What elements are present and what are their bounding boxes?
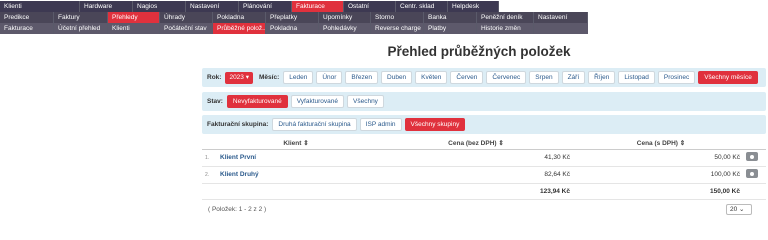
menu-reverse-charge[interactable]: Reverse charge [371, 23, 424, 34]
month-zari-button[interactable]: Září [561, 71, 586, 84]
menu-uhrady[interactable]: Úhrady [160, 12, 213, 23]
eye-icon[interactable] [746, 152, 758, 161]
menu-nastaveni[interactable]: Nastavení [186, 1, 239, 12]
table-row: 2. Klient Druhý 82,64 Kč 100,00 Kč [202, 166, 766, 184]
table-footer: ( Položek: 1 - 2 z 2 ) 20 ⌄ [202, 199, 766, 219]
menu-nastaveni-2[interactable]: Nastavení [534, 12, 588, 23]
menu-faktury[interactable]: Faktury [54, 12, 108, 23]
page-title: Přehled průběžných položek [387, 44, 571, 59]
menu-storno[interactable]: Storno [371, 12, 424, 23]
client-link[interactable]: Klient Druhý [216, 166, 376, 184]
menu-pocatecni-stav[interactable]: Počáteční stav [160, 23, 213, 34]
menu-klienti-2[interactable]: Klienti [108, 23, 160, 34]
state-all-button[interactable]: Všechny [347, 95, 384, 108]
menu-planovani[interactable]: Plánování [239, 1, 292, 12]
net-price: 82,64 Kč [376, 166, 576, 184]
group-second-button[interactable]: Druhá fakturační skupina [272, 118, 357, 131]
month-cerven-button[interactable]: Červen [450, 71, 484, 84]
menu-prehledy[interactable]: Přehledy [108, 12, 160, 23]
menu-nagios[interactable]: Nagios [133, 1, 186, 12]
third-menu: Fakturace Účetní přehled Klienti Počáteč… [0, 23, 588, 34]
year-select[interactable]: 2023 ▾ [225, 71, 253, 84]
year-value: 2023 [229, 73, 244, 81]
state-label: Stav: [207, 98, 223, 105]
net-price: 41,30 Kč [376, 149, 576, 167]
column-header-client[interactable]: Klient ⇕ [216, 138, 376, 150]
month-leden-button[interactable]: Leden [283, 71, 314, 84]
group-label: Fakturační skupina: [207, 121, 269, 128]
items-table: Klient ⇕ Cena (bez DPH) ⇕ Cena (s DPH) ⇕… [202, 138, 766, 200]
total-row: 123,94 Kč 150,00 Kč [202, 183, 766, 200]
menu-predikce[interactable]: Predikce [0, 12, 54, 23]
year-month-filter: Rok: 2023 ▾ Měsíc: Leden Únor Březen Dub… [202, 68, 766, 87]
menu-pokladna-2[interactable]: Pokladna [266, 23, 319, 34]
menu-platby[interactable]: Platby [424, 23, 477, 34]
month-srpen-button[interactable]: Srpen [529, 71, 559, 84]
month-rijen-button[interactable]: Říjen [588, 71, 616, 84]
menu-banka[interactable]: Banka [424, 12, 477, 23]
client-link[interactable]: Klient První [216, 149, 376, 167]
main-menu: Klienti Hardware Nagios Nastavení Plánov… [0, 1, 499, 12]
menu-helpdesk[interactable]: Helpdesk [448, 1, 499, 12]
month-duben-button[interactable]: Duben [381, 71, 413, 84]
menu-prubezne-polozky[interactable]: Průběžné polož... [213, 23, 266, 34]
menu-pokladna[interactable]: Pokladna [213, 12, 266, 23]
menu-ostatni[interactable]: Ostatní [344, 1, 396, 12]
pagination-info: ( Položek: 1 - 2 z 2 ) [208, 206, 267, 213]
menu-historie-zmen[interactable]: Historie změn [477, 23, 534, 34]
sub-menu: Predikce Faktury Přehledy Úhrady Pokladn… [0, 12, 588, 23]
month-listopad-button[interactable]: Listopad [618, 71, 655, 84]
menu-upominky[interactable]: Upomínky [319, 12, 371, 23]
table-row: 1. Klient První 41,30 Kč 50,00 Kč [202, 149, 766, 167]
state-billed-button[interactable]: Vyfakturované [290, 95, 344, 108]
menu-ucetni-prehled[interactable]: Účetní přehled [54, 23, 108, 34]
month-prosinec-button[interactable]: Prosinec [657, 71, 696, 84]
group-all-button[interactable]: Všechny skupiny [404, 118, 466, 131]
row-number: 1. [202, 149, 216, 167]
state-unbilled-button[interactable]: Nevyfakturované [226, 95, 288, 108]
group-filter: Fakturační skupina: Druhá fakturační sku… [202, 115, 766, 134]
page-size-select[interactable]: 20 ⌄ [726, 204, 752, 215]
row-number: 2. [202, 166, 216, 184]
total-net: 123,94 Kč [540, 188, 570, 196]
month-kveten-button[interactable]: Květen [415, 71, 448, 84]
group-isp-admin-button[interactable]: ISP admin [359, 118, 402, 131]
state-filter: Stav: Nevyfakturované Vyfakturované Všec… [202, 92, 766, 111]
menu-hardware[interactable]: Hardware [80, 1, 133, 12]
month-all-button[interactable]: Všechny měsíce [698, 71, 758, 84]
total-gross: 150,00 Kč [710, 188, 740, 196]
menu-pohledavky[interactable]: Pohledávky [319, 23, 371, 34]
eye-icon[interactable] [746, 169, 758, 178]
menu-klienti[interactable]: Klienti [0, 1, 80, 12]
menu-fakturace[interactable]: Fakturace [292, 1, 344, 12]
column-header-net[interactable]: Cena (bez DPH) ⇕ [376, 138, 576, 150]
month-label: Měsíc: [259, 74, 280, 81]
gross-price: 50,00 Kč [576, 149, 746, 167]
menu-fakturace-2[interactable]: Fakturace [0, 23, 54, 34]
gross-price: 100,00 Kč [576, 166, 746, 184]
column-header-gross[interactable]: Cena (s DPH) ⇕ [576, 138, 746, 150]
month-cervenec-button[interactable]: Červenec [486, 71, 527, 84]
month-unor-button[interactable]: Únor [316, 71, 343, 84]
menu-centr-sklad[interactable]: Centr. sklad [396, 1, 448, 12]
month-brezen-button[interactable]: Březen [345, 71, 379, 84]
year-label: Rok: [207, 74, 222, 81]
menu-penezni-denik[interactable]: Peněžní deník [477, 12, 534, 23]
menu-preplatky[interactable]: Přeplatky [266, 12, 319, 23]
